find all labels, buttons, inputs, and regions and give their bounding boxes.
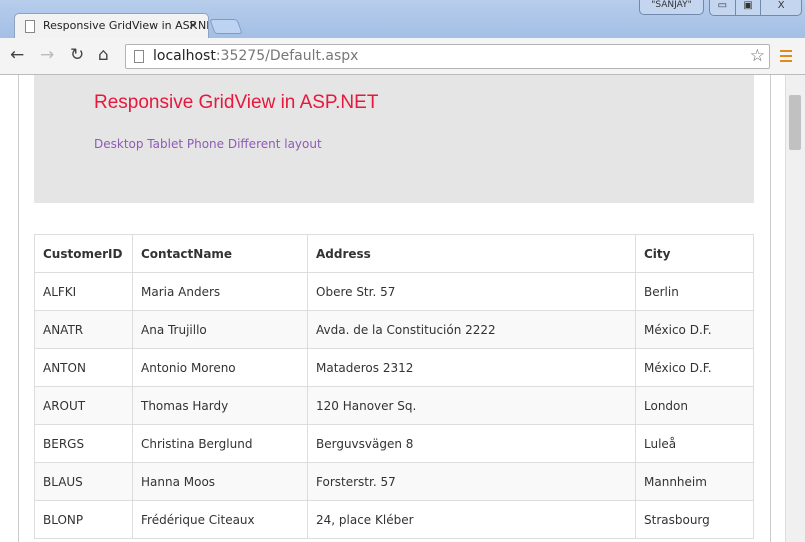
page-icon	[134, 50, 144, 63]
window-titlebar: Responsive GridView in ASP.NET × "SANJAY…	[0, 0, 805, 39]
bookmark-star-icon[interactable]: ☆	[750, 46, 765, 66]
table-cell: Strasbourg	[635, 500, 754, 539]
address-bar[interactable]: localhost:35275/Default.aspx ☆	[125, 44, 770, 69]
table-cell: Berguvsvägen 8	[307, 424, 636, 463]
back-icon[interactable]: ←	[10, 45, 24, 65]
table-cell: México D.F.	[635, 348, 754, 387]
table-row: ALFKI Maria Anders Obere Str. 57 Berlin	[34, 272, 754, 311]
page-title: Responsive GridView in ASP.NET	[94, 92, 379, 113]
table-cell: Berlin	[635, 272, 754, 311]
page-border	[770, 75, 771, 542]
tab-title: Responsive GridView in ASP.NET	[43, 19, 209, 32]
column-header: ContactName	[132, 234, 308, 273]
browser-toolbar: ← → ↻ ⌂ localhost:35275/Default.aspx ☆	[0, 38, 805, 75]
user-profile-button[interactable]: "SANJAY"	[639, 0, 704, 15]
window-controls: ▭ ▣ X	[709, 0, 802, 16]
table-cell: Hanna Moos	[132, 462, 308, 501]
table-row: BLONP Frédérique Citeaux 24, place Kléber S…	[34, 500, 754, 539]
table-cell: Forsterstr. 57	[307, 462, 636, 501]
page-content: Responsive GridView in ASP.NET Desktop T…	[0, 75, 805, 542]
table-row: ANTON Antonio Moreno Mataderos 2312 México …	[34, 348, 754, 387]
url-host: localhost	[153, 48, 216, 64]
table-cell: Antonio Moreno	[132, 348, 308, 387]
table-cell: Mannheim	[635, 462, 754, 501]
table-cell: Luleå	[635, 424, 754, 463]
table-cell: Mataderos 2312	[307, 348, 636, 387]
table-cell: Christina Berglund	[132, 424, 308, 463]
page-border	[18, 75, 19, 542]
url-path: :35275/Default.aspx	[215, 48, 359, 64]
column-header: Address	[307, 234, 636, 273]
maximize-icon[interactable]: ▣	[736, 0, 762, 15]
table-cell: AROUT	[34, 386, 133, 425]
page-subtitle: Desktop Tablet Phone Different layout	[94, 137, 322, 151]
table-cell: London	[635, 386, 754, 425]
close-tab-icon[interactable]: ×	[188, 18, 198, 32]
table-cell: 24, place Kléber	[307, 500, 636, 539]
page-icon	[25, 20, 35, 33]
browser-tab[interactable]: Responsive GridView in ASP.NET ×	[14, 13, 209, 39]
minimize-icon[interactable]: ▭	[710, 0, 736, 15]
table-cell: Frédérique Citeaux	[132, 500, 308, 539]
home-icon[interactable]: ⌂	[98, 45, 109, 65]
table-cell: Avda. de la Constitución 2222	[307, 310, 636, 349]
reload-icon[interactable]: ↻	[70, 45, 84, 65]
table-cell: ANATR	[34, 310, 133, 349]
table-cell: Obere Str. 57	[307, 272, 636, 311]
menu-icon[interactable]	[780, 50, 792, 65]
close-window-icon[interactable]: X	[761, 0, 801, 15]
table-cell: ANTON	[34, 348, 133, 387]
new-tab-button[interactable]	[209, 19, 243, 34]
vertical-scrollbar[interactable]	[785, 75, 805, 542]
scrollbar-thumb[interactable]	[789, 95, 801, 150]
customers-grid: CustomerID ContactName Address City ALFK…	[34, 234, 754, 539]
table-cell: BLONP	[34, 500, 133, 539]
table-row: ANATR Ana Trujillo Avda. de la Constitució…	[34, 310, 754, 349]
table-row: BERGS Christina Berglund Berguvsvägen 8 Lul…	[34, 424, 754, 463]
table-cell: Maria Anders	[132, 272, 308, 311]
table-cell: BERGS	[34, 424, 133, 463]
table-row: AROUT Thomas Hardy 120 Hanover Sq. London	[34, 386, 754, 425]
table-cell: Thomas Hardy	[132, 386, 308, 425]
column-header: CustomerID	[34, 234, 133, 273]
table-row: BLAUS Hanna Moos Forsterstr. 57 Mannheim	[34, 462, 754, 501]
table-cell: 120 Hanover Sq.	[307, 386, 636, 425]
forward-icon[interactable]: →	[40, 45, 54, 65]
page-header: Responsive GridView in ASP.NET Desktop T…	[34, 75, 754, 203]
table-header-row: CustomerID ContactName Address City	[34, 234, 754, 273]
table-cell: Ana Trujillo	[132, 310, 308, 349]
table-cell: BLAUS	[34, 462, 133, 501]
table-cell: México D.F.	[635, 310, 754, 349]
column-header: City	[635, 234, 754, 273]
table-cell: ALFKI	[34, 272, 133, 311]
